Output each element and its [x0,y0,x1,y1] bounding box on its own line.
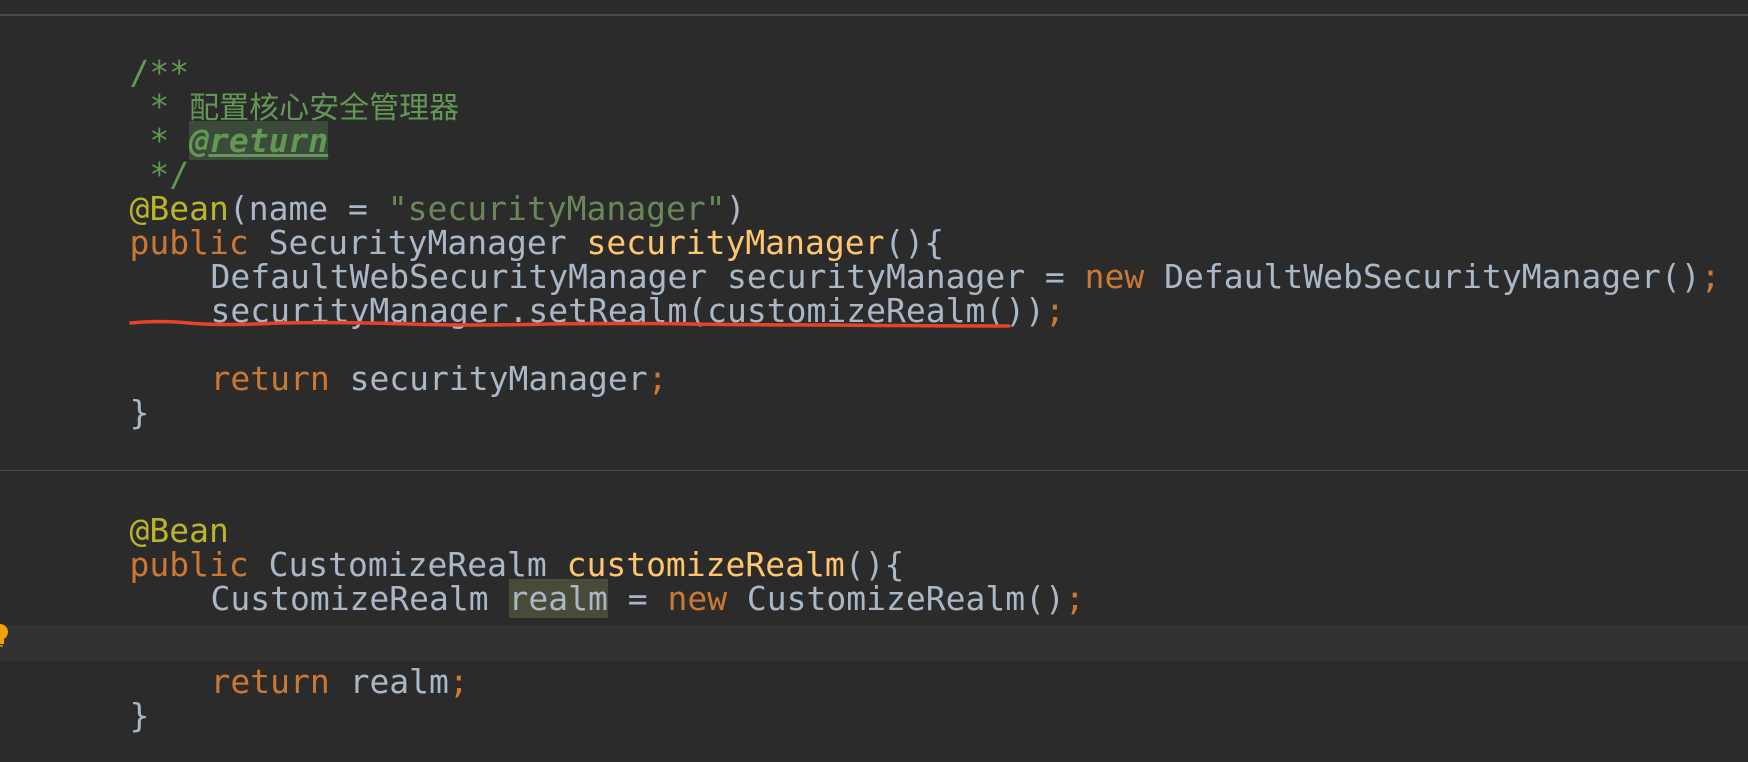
code-line-11[interactable]: } [50,356,149,432]
semicolon: ; [448,662,469,701]
code-line-1[interactable]: /** [50,16,189,92]
realm-variable-highlighted[interactable]: realm [508,579,608,618]
code-line-15[interactable]: CustomizeRealm realm = new CustomizeReal… [131,542,1085,618]
semicolon: ; [1064,579,1085,618]
return-value[interactable]: realm [330,662,449,701]
method-separator [0,470,1748,471]
variable-type[interactable]: CustomizeRealm [210,579,508,618]
code-line-8[interactable]: securityManager.setRealm(customizeRealm(… [131,254,1064,330]
closing-brace: } [129,393,150,432]
closing-brace: } [129,696,150,735]
code-line-18[interactable]: } [50,659,149,735]
code-line-5[interactable]: @Bean(name = "securityManager") [50,152,745,228]
semicolon: ; [647,359,668,398]
code-line-13[interactable]: @Bean [50,474,228,550]
intention-bulb-icon[interactable] [0,622,10,652]
equals-sign: = [607,579,668,618]
top-divider [0,14,1748,16]
return-keyword: return [210,359,330,398]
semicolon: ; [1044,291,1065,330]
code-editor[interactable]: /** * 配置核心安全管理器 * @return */ @Bean(name … [0,0,1748,762]
new-keyword: new [1084,257,1145,296]
semicolon: ; [1700,257,1721,296]
return-keyword: return [210,662,330,701]
code-line-3[interactable]: * @return [50,84,329,160]
code-line-7[interactable]: DefaultWebSecurityManager securityManage… [131,220,1720,296]
constructor-call[interactable]: DefaultWebSecurityManager() [1144,257,1700,296]
code-line-10[interactable]: return securityManager; [131,322,667,398]
code-line-4[interactable]: */ [50,118,189,194]
return-value[interactable]: securityManager [330,359,648,398]
code-line-14[interactable]: public CustomizeRealm customizeRealm(){ [50,508,904,584]
code-line-17[interactable]: return realm; [131,625,468,701]
constructor-call[interactable]: CustomizeRealm() [727,579,1065,618]
code-line-6[interactable]: public SecurityManager securityManager()… [50,186,944,262]
code-line-2[interactable]: * 配置核心安全管理器 [50,50,459,127]
new-keyword: new [667,579,728,618]
